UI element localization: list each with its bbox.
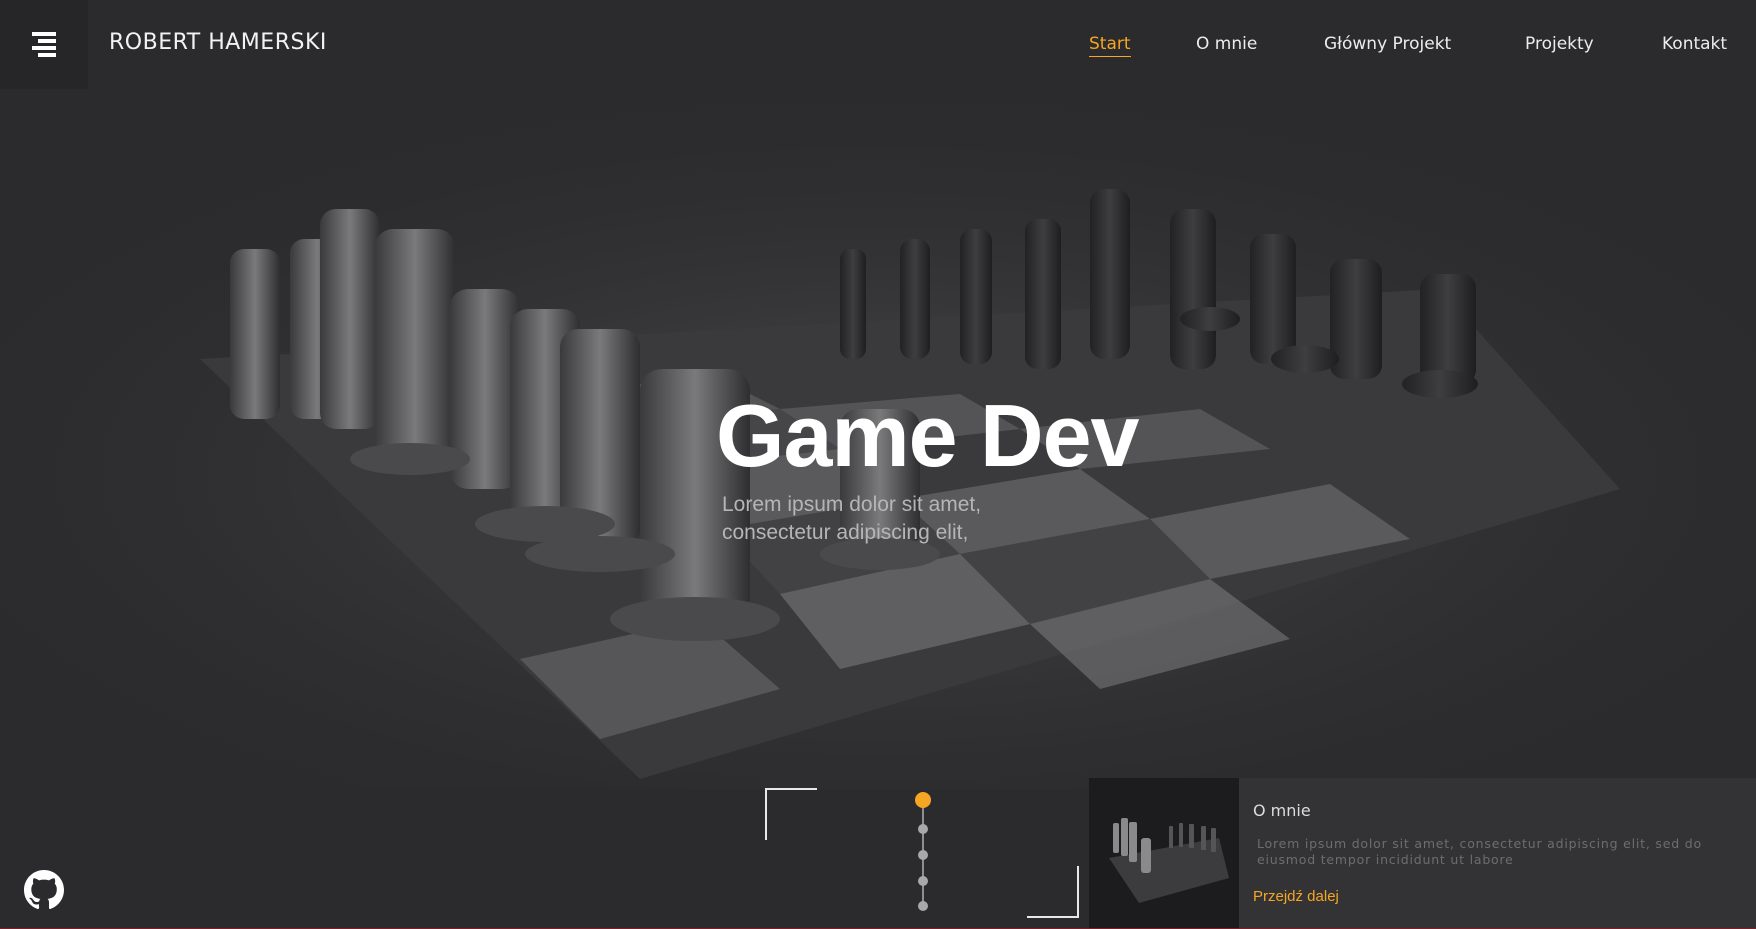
menu-button[interactable] — [0, 0, 88, 89]
hero-subtitle-line-1: Lorem ipsum dolor sit amet, — [722, 493, 982, 516]
site-brand[interactable]: ROBERT HAMERSKI — [109, 30, 327, 55]
pager-dot-3[interactable] — [918, 850, 928, 860]
slide-pager — [915, 792, 931, 911]
frame-corner-top-left — [765, 788, 817, 840]
github-icon[interactable] — [24, 870, 64, 910]
card-read-more-link[interactable]: Przejdź dalej — [1253, 888, 1339, 905]
frame-corner-bottom-right — [1027, 866, 1079, 918]
pager-dot-1[interactable] — [915, 792, 931, 808]
chess-thumbnail-image — [1089, 778, 1239, 929]
card-thumbnail — [1089, 778, 1239, 929]
nav-glowny-projekt[interactable]: Główny Projekt — [1324, 34, 1451, 54]
pager-dot-2[interactable] — [918, 824, 928, 834]
nav-projekty[interactable]: Projekty — [1525, 34, 1594, 54]
hero-subtitle: Lorem ipsum dolor sit amet, consectetur … — [722, 491, 1062, 547]
hamburger-menu-icon — [32, 31, 56, 57]
pager-dot-5[interactable] — [918, 901, 928, 911]
nav-kontakt[interactable]: Kontakt — [1662, 34, 1727, 54]
section-card: O mnie Lorem ipsum dolor sit amet, conse… — [1089, 778, 1756, 929]
pager-dot-4[interactable] — [918, 876, 928, 886]
nav-o-mnie[interactable]: O mnie — [1196, 34, 1257, 54]
card-text: Lorem ipsum dolor sit amet, consectetur … — [1257, 836, 1702, 867]
nav-start[interactable]: Start — [1089, 34, 1131, 57]
card-title: O mnie — [1253, 801, 1311, 820]
hero-title: Game Dev — [716, 386, 1139, 485]
hero-subtitle-line-2: consectetur adipiscing elit, — [722, 521, 969, 544]
